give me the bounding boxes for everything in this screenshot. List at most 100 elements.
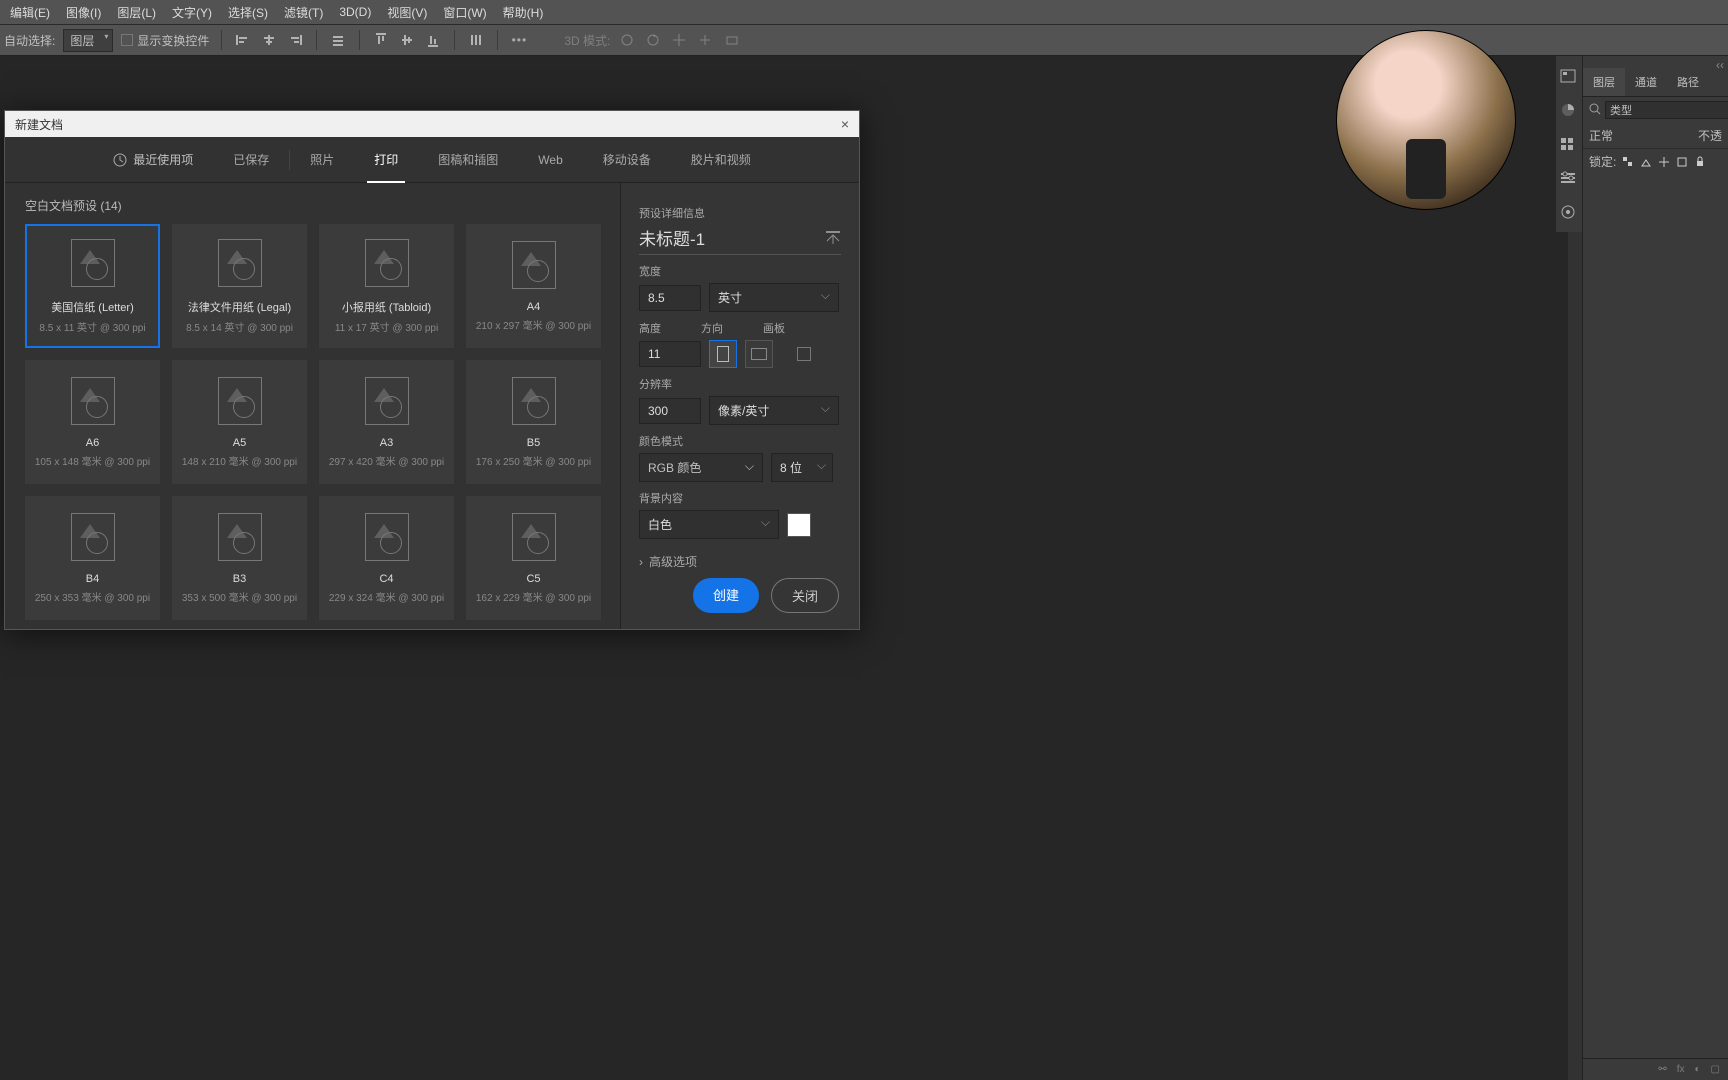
distribute-icon[interactable] bbox=[467, 31, 485, 49]
link-layers-icon[interactable]: ⚯ bbox=[1658, 1064, 1666, 1075]
preset-card[interactable]: A4210 x 297 毫米 @ 300 ppi bbox=[466, 224, 601, 348]
menu-select[interactable]: 选择(S) bbox=[220, 4, 276, 21]
menu-3d[interactable]: 3D(D) bbox=[331, 5, 379, 19]
dialog-category-tabs: 最近使用项 已保存 照片 打印 图稿和插图 Web 移动设备 胶片和视频 bbox=[5, 137, 859, 183]
tab-web[interactable]: Web bbox=[518, 137, 582, 183]
document-icon bbox=[365, 513, 409, 561]
layers-panel-footer: ⚯ fx ◐ ▢ bbox=[1583, 1058, 1728, 1080]
menu-type[interactable]: 文字(Y) bbox=[164, 4, 220, 21]
layer-style-icon[interactable]: fx bbox=[1677, 1064, 1685, 1075]
show-transform-checkbox[interactable] bbox=[121, 34, 133, 46]
align-left-icon[interactable] bbox=[234, 31, 252, 49]
advanced-options-toggle[interactable]: 高级选项 bbox=[639, 553, 841, 570]
width-input[interactable] bbox=[639, 285, 701, 311]
show-transform-label: 显示变换控件 bbox=[137, 32, 209, 49]
bit-depth-dropdown[interactable]: 8 位 bbox=[771, 453, 833, 482]
orientation-landscape-button[interactable] bbox=[745, 340, 773, 368]
preset-card[interactable]: B5176 x 250 毫米 @ 300 ppi bbox=[466, 360, 601, 484]
preset-card[interactable]: 法律文件用纸 (Legal)8.5 x 14 英寸 @ 300 ppi bbox=[172, 224, 307, 348]
preset-name: C4 bbox=[379, 573, 393, 585]
dock-swatches-icon[interactable] bbox=[1559, 136, 1579, 152]
menu-layer[interactable]: 图层(L) bbox=[109, 4, 164, 21]
panel-collapse-icon[interactable]: ‹‹ bbox=[1583, 56, 1728, 68]
tab-paths[interactable]: 路径 bbox=[1667, 68, 1709, 96]
blend-mode-dropdown[interactable]: 正常 bbox=[1589, 127, 1694, 144]
dock-color-icon[interactable] bbox=[1559, 102, 1579, 118]
dock-libraries-icon[interactable] bbox=[1559, 204, 1579, 220]
preset-card[interactable]: A5148 x 210 毫米 @ 300 ppi bbox=[172, 360, 307, 484]
preset-card[interactable]: 小报用纸 (Tabloid)11 x 17 英寸 @ 300 ppi bbox=[319, 224, 454, 348]
tab-layers[interactable]: 图层 bbox=[1583, 68, 1625, 96]
preset-card[interactable]: C4 229 x 324 毫米 @ 300 ppi bbox=[319, 496, 454, 620]
artboards-checkbox[interactable] bbox=[797, 347, 811, 361]
height-input[interactable] bbox=[639, 341, 701, 367]
lock-label: 锁定: bbox=[1589, 153, 1616, 170]
align-top-icon[interactable] bbox=[372, 31, 390, 49]
background-swatch[interactable] bbox=[787, 513, 811, 537]
lock-artboard-icon[interactable] bbox=[1676, 156, 1688, 168]
auto-select-dropdown[interactable]: 图层 bbox=[63, 29, 113, 52]
align-vcenter-icon[interactable] bbox=[398, 31, 416, 49]
lock-transparent-icon[interactable] bbox=[1622, 156, 1634, 168]
more-icon[interactable]: ••• bbox=[510, 31, 528, 49]
orientation-portrait-button[interactable] bbox=[709, 340, 737, 368]
preset-card[interactable]: A3297 x 420 毫米 @ 300 ppi bbox=[319, 360, 454, 484]
preset-dimensions: 11 x 17 英寸 @ 300 ppi bbox=[335, 319, 438, 334]
align-bottom-icon[interactable] bbox=[424, 31, 442, 49]
close-icon[interactable]: × bbox=[841, 116, 849, 132]
lock-all-icon[interactable] bbox=[1694, 156, 1706, 168]
lock-image-icon[interactable] bbox=[1640, 156, 1652, 168]
preset-dimensions: 210 x 297 毫米 @ 300 ppi bbox=[476, 317, 591, 332]
menu-edit[interactable]: 编辑(E) bbox=[2, 4, 58, 21]
preset-dimensions: 353 x 500 毫米 @ 300 ppi bbox=[182, 589, 297, 604]
resolution-unit-dropdown[interactable]: 像素/英寸 bbox=[709, 396, 839, 425]
align-stack-icon[interactable] bbox=[329, 31, 347, 49]
tab-film[interactable]: 胶片和视频 bbox=[671, 137, 771, 183]
color-mode-dropdown[interactable]: RGB 颜色⌵ bbox=[639, 453, 763, 482]
tab-mobile[interactable]: 移动设备 bbox=[583, 137, 671, 183]
align-hcenter-icon[interactable] bbox=[260, 31, 278, 49]
preset-dimensions: 229 x 324 毫米 @ 300 ppi bbox=[329, 589, 444, 604]
preset-card[interactable]: 美国信纸 (Letter)8.5 x 11 英寸 @ 300 ppi bbox=[25, 224, 160, 348]
align-right-icon[interactable] bbox=[286, 31, 304, 49]
resolution-input[interactable] bbox=[639, 398, 701, 424]
webcam-overlay bbox=[1336, 30, 1516, 210]
tab-print[interactable]: 打印 bbox=[354, 137, 418, 183]
tab-channels[interactable]: 通道 bbox=[1625, 68, 1667, 96]
menu-help[interactable]: 帮助(H) bbox=[495, 4, 552, 21]
dock-properties-icon[interactable] bbox=[1559, 68, 1579, 84]
doc-name-input[interactable]: 未标题-1 bbox=[639, 225, 705, 250]
width-label: 宽度 bbox=[639, 263, 841, 279]
preset-name: B5 bbox=[527, 437, 540, 449]
new-document-dialog: 新建文档 × 最近使用项 已保存 照片 打印 图稿和插图 Web 移动设备 胶片… bbox=[4, 110, 860, 630]
search-icon[interactable] bbox=[1589, 103, 1601, 117]
slide-3d-icon bbox=[696, 31, 714, 49]
layer-filter-input[interactable] bbox=[1605, 101, 1728, 119]
menu-view[interactable]: 视图(V) bbox=[379, 4, 435, 21]
preset-card[interactable]: B4250 x 353 毫米 @ 300 ppi bbox=[25, 496, 160, 620]
preset-card[interactable]: A6105 x 148 毫米 @ 300 ppi bbox=[25, 360, 160, 484]
dialog-titlebar[interactable]: 新建文档 × bbox=[5, 111, 859, 137]
tab-art[interactable]: 图稿和插图 bbox=[418, 137, 518, 183]
create-button[interactable]: 创建 bbox=[693, 578, 759, 613]
menu-window[interactable]: 窗口(W) bbox=[435, 4, 494, 21]
background-dropdown[interactable]: 白色 bbox=[639, 510, 779, 539]
document-icon bbox=[218, 377, 262, 425]
dock-adjustments-icon[interactable] bbox=[1559, 170, 1579, 186]
lock-position-icon[interactable] bbox=[1658, 156, 1670, 168]
orbit-3d-icon bbox=[618, 31, 636, 49]
new-group-icon[interactable]: ▢ bbox=[1711, 1064, 1720, 1075]
save-preset-icon[interactable] bbox=[825, 231, 841, 245]
tab-photo[interactable]: 照片 bbox=[290, 137, 354, 183]
preset-dimensions: 148 x 210 毫米 @ 300 ppi bbox=[182, 453, 297, 468]
menu-filter[interactable]: 滤镜(T) bbox=[276, 4, 331, 21]
preset-card[interactable]: B3353 x 500 毫米 @ 300 ppi bbox=[172, 496, 307, 620]
layer-mask-icon[interactable]: ◐ bbox=[1695, 1064, 1701, 1075]
tab-saved[interactable]: 已保存 bbox=[213, 137, 289, 183]
unit-dropdown[interactable]: 英寸 bbox=[709, 283, 839, 312]
menu-image[interactable]: 图像(I) bbox=[58, 4, 109, 21]
document-icon bbox=[71, 239, 115, 287]
close-button[interactable]: 关闭 bbox=[771, 578, 839, 613]
preset-card[interactable]: C5162 x 229 毫米 @ 300 ppi bbox=[466, 496, 601, 620]
tab-recent[interactable]: 最近使用项 bbox=[93, 137, 213, 183]
